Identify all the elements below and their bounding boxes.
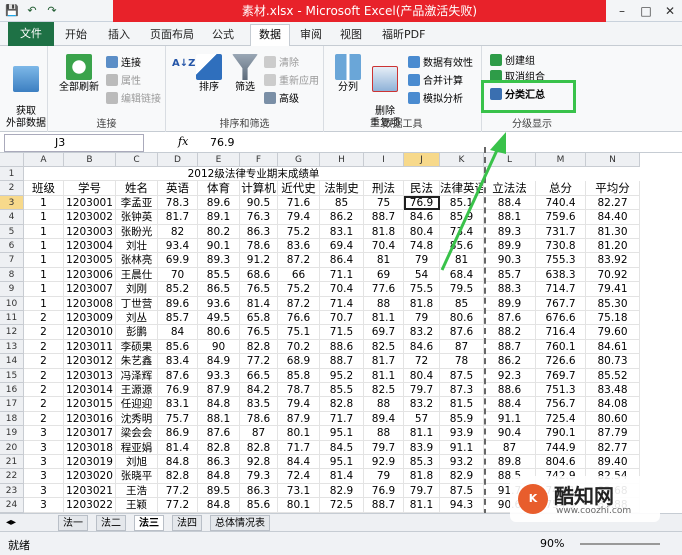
zoom-slider[interactable] bbox=[580, 543, 660, 545]
watermark-logo: K 酷知网 www.coozhi.com bbox=[510, 476, 660, 522]
sheet-tab-2[interactable]: 法二 bbox=[96, 515, 126, 531]
sheet-tab-5[interactable]: 总体情况表 bbox=[210, 515, 270, 531]
annotation-arrow bbox=[440, 132, 506, 271]
arrow-shaft bbox=[440, 147, 500, 271]
arrow-head bbox=[490, 132, 506, 154]
status-bar: 就绪 90% bbox=[0, 531, 682, 555]
watermark-url: www.coozhi.com bbox=[556, 506, 632, 516]
sheet-tab-1[interactable]: 法一 bbox=[58, 515, 88, 531]
sheet-tab-3[interactable]: 法三 bbox=[134, 515, 164, 531]
zoom-level[interactable]: 90% bbox=[540, 537, 564, 550]
watermark-brand: 酷知网 bbox=[554, 484, 614, 508]
logo-icon: K bbox=[518, 484, 548, 514]
sheet-tab-4[interactable]: 法四 bbox=[172, 515, 202, 531]
status-ready: 就绪 bbox=[8, 539, 30, 552]
sheet-nav-icon[interactable]: ◂▸ bbox=[2, 515, 20, 531]
